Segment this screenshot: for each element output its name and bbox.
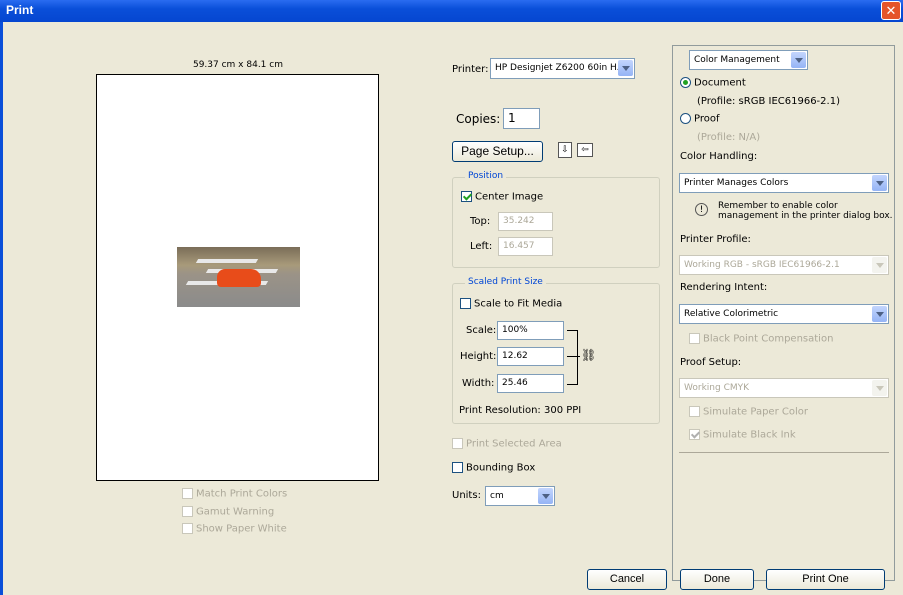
- color-handling-value: Printer Manages Colors: [684, 178, 789, 188]
- gamut-warning-checkbox[interactable]: [182, 506, 193, 517]
- chevron-down-icon: [872, 380, 887, 396]
- window-frame: [0, 22, 3, 595]
- left-label: Left:: [470, 241, 493, 252]
- scale-label: Scale:: [466, 325, 497, 336]
- scale-to-fit-checkbox[interactable]: [460, 298, 471, 309]
- gamut-warning-option[interactable]: Gamut Warning: [182, 506, 274, 518]
- match-print-colors-option[interactable]: Match Print Colors: [182, 488, 287, 500]
- simulate-paper-checkbox[interactable]: [689, 406, 700, 417]
- chevron-down-icon: [538, 488, 553, 504]
- proof-option[interactable]: Proof: [680, 113, 720, 125]
- cancel-button[interactable]: Cancel: [587, 569, 667, 590]
- color-handling-label: Color Handling:: [680, 151, 758, 162]
- units-select-value: cm: [490, 491, 504, 501]
- document-option[interactable]: Document: [680, 77, 746, 89]
- portrait-orientation-icon[interactable]: ⇩: [558, 142, 572, 158]
- chevron-down-icon: [791, 52, 806, 68]
- center-image-label: Center Image: [475, 191, 544, 203]
- proof-setup-value: Working CMYK: [684, 383, 750, 393]
- show-paper-white-label: Show Paper White: [196, 523, 287, 535]
- black-point-label: Black Point Compensation: [703, 333, 834, 345]
- close-button[interactable]: ✕: [881, 1, 901, 20]
- chevron-down-icon: [872, 306, 887, 322]
- left-input[interactable]: 16.457: [498, 237, 553, 256]
- match-print-colors-checkbox[interactable]: [182, 488, 193, 499]
- width-input[interactable]: 25.46: [497, 374, 564, 393]
- divider: [679, 452, 889, 453]
- document-label: Document: [694, 77, 746, 89]
- printer-profile-value: Working RGB - sRGB IEC61966-2.1: [684, 260, 840, 270]
- print-resolution: Print Resolution: 300 PPI: [459, 405, 582, 416]
- color-management-select[interactable]: Color Management: [689, 50, 808, 70]
- proof-label: Proof: [694, 113, 720, 125]
- width-label: Width:: [462, 378, 495, 389]
- printer-profile-select[interactable]: Working RGB - sRGB IEC61966-2.1: [679, 255, 889, 275]
- chevron-down-icon: [872, 257, 887, 273]
- color-management-reminder: Remember to enable color management in t…: [718, 201, 893, 221]
- scale-to-fit-option[interactable]: Scale to Fit Media: [460, 298, 562, 310]
- info-icon: !: [695, 203, 708, 216]
- print-selected-area-checkbox[interactable]: [452, 438, 463, 449]
- black-point-checkbox[interactable]: [689, 333, 700, 344]
- match-print-colors-label: Match Print Colors: [196, 488, 288, 500]
- scale-input[interactable]: 100%: [497, 321, 564, 340]
- simulate-black-option[interactable]: Simulate Black Ink: [689, 429, 796, 441]
- bounding-box-option[interactable]: Bounding Box: [452, 462, 535, 474]
- top-label: Top:: [470, 216, 491, 227]
- done-button[interactable]: Done: [680, 569, 754, 590]
- title-bar: Print ✕: [0, 0, 903, 22]
- print-one-button[interactable]: Print One: [766, 569, 885, 590]
- print-selected-area-option[interactable]: Print Selected Area: [452, 438, 562, 450]
- printer-select-value: HP Designjet Z6200 60in H...: [495, 63, 626, 73]
- show-paper-white-checkbox[interactable]: [182, 523, 193, 534]
- height-label: Height:: [460, 351, 497, 362]
- printer-profile-label: Printer Profile:: [680, 234, 751, 245]
- printer-label: Printer:: [452, 64, 489, 75]
- proof-radio[interactable]: [680, 113, 691, 124]
- show-paper-white-option[interactable]: Show Paper White: [182, 523, 287, 535]
- printer-select[interactable]: HP Designjet Z6200 60in H...: [490, 58, 635, 79]
- rendering-intent-select[interactable]: Relative Colorimetric: [679, 304, 889, 324]
- bounding-box-label: Bounding Box: [466, 462, 536, 474]
- simulate-black-checkbox[interactable]: [689, 429, 700, 440]
- simulate-black-label: Simulate Black Ink: [703, 429, 796, 441]
- height-input[interactable]: 12.62: [497, 347, 564, 366]
- constrain-proportions-bracket: [567, 330, 578, 385]
- rendering-intent-value: Relative Colorimetric: [684, 309, 779, 319]
- chevron-down-icon: [872, 175, 887, 191]
- proof-profile: (Profile: N/A): [697, 132, 761, 143]
- image-thumbnail[interactable]: [177, 247, 300, 307]
- window-title: Print: [6, 3, 34, 17]
- chevron-down-icon: [618, 60, 633, 76]
- rendering-intent-label: Rendering Intent:: [680, 282, 768, 293]
- top-input[interactable]: 35.242: [498, 212, 553, 231]
- position-legend: Position: [465, 171, 507, 181]
- units-select[interactable]: cm: [485, 486, 555, 506]
- proof-setup-select[interactable]: Working CMYK: [679, 378, 889, 398]
- print-preview: [96, 74, 379, 481]
- simulate-paper-label: Simulate Paper Color: [703, 406, 808, 418]
- color-management-select-value: Color Management: [694, 55, 780, 65]
- scaled-print-size-legend: Scaled Print Size: [465, 277, 546, 287]
- document-radio[interactable]: [680, 77, 691, 88]
- center-image-option[interactable]: Center Image: [461, 191, 543, 203]
- black-point-option[interactable]: Black Point Compensation: [689, 333, 833, 345]
- proof-setup-label: Proof Setup:: [680, 357, 742, 368]
- center-image-checkbox[interactable]: [461, 191, 472, 202]
- bounding-box-checkbox[interactable]: [452, 462, 463, 473]
- constrain-link-line: [567, 356, 580, 357]
- color-handling-select[interactable]: Printer Manages Colors: [679, 173, 889, 193]
- scale-to-fit-label: Scale to Fit Media: [474, 298, 563, 310]
- units-label: Units:: [452, 490, 481, 501]
- simulate-paper-option[interactable]: Simulate Paper Color: [689, 406, 808, 418]
- copies-label: Copies:: [456, 112, 501, 126]
- document-profile: (Profile: sRGB IEC61966-2.1): [697, 96, 840, 107]
- print-selected-area-label: Print Selected Area: [466, 438, 562, 450]
- landscape-orientation-icon[interactable]: ⇦: [577, 143, 593, 157]
- gamut-warning-label: Gamut Warning: [196, 506, 275, 518]
- copies-input[interactable]: 1: [503, 108, 540, 129]
- page-setup-button[interactable]: Page Setup...: [452, 141, 543, 162]
- chain-link-icon[interactable]: ⛓: [581, 348, 596, 362]
- paper-size-label: 59.37 cm x 84.1 cm: [192, 60, 283, 70]
